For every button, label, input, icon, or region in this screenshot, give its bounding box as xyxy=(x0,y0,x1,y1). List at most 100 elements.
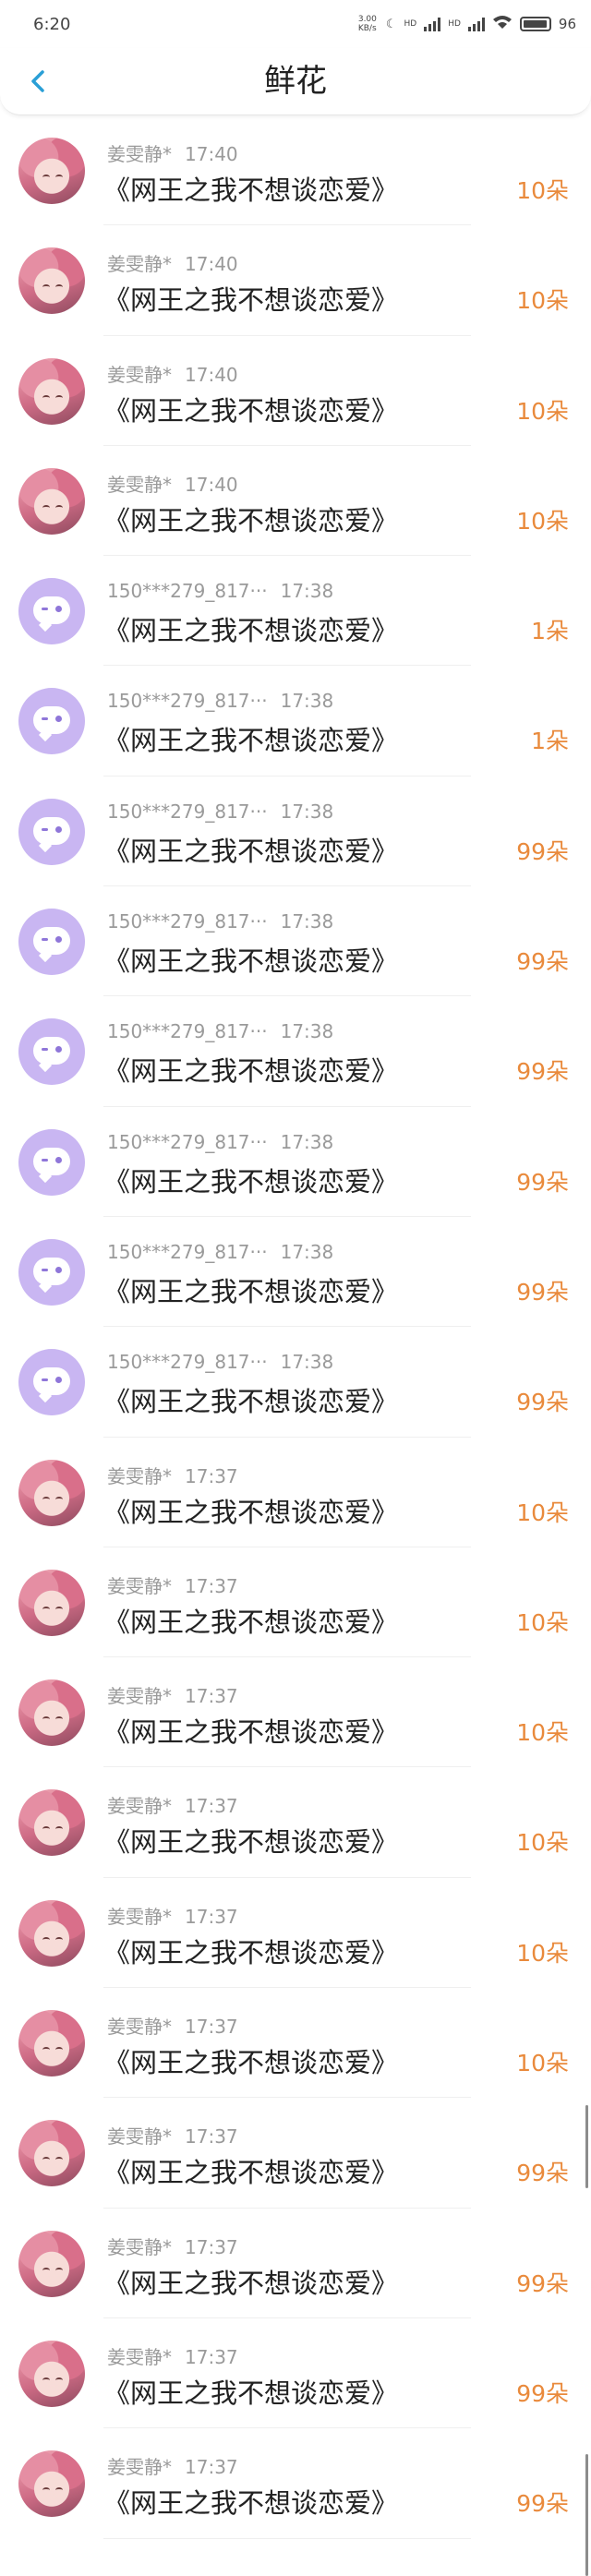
avatar[interactable] xyxy=(18,2450,85,2518)
user-name[interactable]: 150***279_817··· xyxy=(107,800,268,823)
list-item[interactable]: 150***279_817··· 17:38 《网王之我不想谈恋爱》 99朵 xyxy=(0,1327,591,1438)
user-name[interactable]: 姜雯静* xyxy=(107,2236,172,2258)
flower-count: 1朵 xyxy=(531,728,569,755)
avatar[interactable] xyxy=(18,1459,85,1526)
user-name[interactable]: 姜雯静* xyxy=(107,474,172,496)
list-item[interactable]: 姜雯静* 17:40 《网王之我不想谈恋爱》 10朵 xyxy=(0,336,591,447)
book-title[interactable]: 《网王之我不想谈恋爱》 xyxy=(103,940,398,979)
avatar[interactable] xyxy=(18,1569,85,1636)
book-title[interactable]: 《网王之我不想谈恋爱》 xyxy=(103,2372,398,2411)
user-name[interactable]: 150***279_817··· xyxy=(107,580,268,602)
user-name[interactable]: 姜雯静* xyxy=(107,143,172,165)
book-title[interactable]: 《网王之我不想谈恋爱》 xyxy=(103,169,398,208)
item-meta: 姜雯静* 17:37 xyxy=(107,2452,238,2479)
user-name[interactable]: 姜雯静* xyxy=(107,1685,172,1707)
book-title[interactable]: 《网王之我不想谈恋爱》 xyxy=(103,1161,398,1199)
user-name[interactable]: 150***279_817··· xyxy=(107,1131,268,1153)
user-name[interactable]: 150***279_817··· xyxy=(107,910,268,933)
book-title[interactable]: 《网王之我不想谈恋爱》 xyxy=(103,1050,398,1089)
user-name[interactable]: 150***279_817··· xyxy=(107,1241,268,1263)
list-item[interactable]: 150***279_817··· 17:38 《网王之我不想谈恋爱》 99朵 xyxy=(0,1107,591,1218)
list-item[interactable]: 150***279_817··· 17:38 《网王之我不想谈恋爱》 99朵 xyxy=(0,996,591,1107)
avatar[interactable] xyxy=(18,1128,85,1196)
item-meta: 150***279_817··· 17:38 xyxy=(107,800,333,823)
avatar[interactable] xyxy=(18,1349,85,1416)
book-title[interactable]: 《网王之我不想谈恋爱》 xyxy=(103,1711,398,1750)
avatar[interactable] xyxy=(18,247,85,315)
item-meta: 150***279_817··· 17:38 xyxy=(107,1351,333,1373)
list-item[interactable]: 150***279_817··· 17:38 《网王之我不想谈恋爱》 1朵 xyxy=(0,556,591,667)
book-title[interactable]: 《网王之我不想谈恋爱》 xyxy=(103,2151,398,2190)
user-name[interactable]: 150***279_817··· xyxy=(107,1351,268,1373)
timestamp: 17:40 xyxy=(185,363,238,386)
sim1-label: HD xyxy=(404,19,417,29)
avatar[interactable] xyxy=(18,2340,85,2407)
list-item[interactable]: 姜雯静* 17:37 《网王之我不想谈恋爱》 99朵 xyxy=(0,2209,591,2319)
user-name[interactable]: 姜雯静* xyxy=(107,2346,172,2368)
list-item[interactable]: 姜雯静* 17:37 《网王之我不想谈恋爱》 10朵 xyxy=(0,1547,591,1658)
list-item[interactable]: 姜雯静* 17:37 《网王之我不想谈恋爱》 99朵 xyxy=(0,2098,591,2209)
book-title[interactable]: 《网王之我不想谈恋爱》 xyxy=(103,1932,398,1970)
list-item[interactable]: 姜雯静* 17:40 《网王之我不想谈恋爱》 10朵 xyxy=(0,225,591,336)
list-item[interactable]: 150***279_817··· 17:38 《网王之我不想谈恋爱》 99朵 xyxy=(0,886,591,997)
timestamp: 17:38 xyxy=(280,1240,334,1263)
avatar[interactable] xyxy=(18,578,85,645)
avatar[interactable] xyxy=(18,1018,85,1086)
book-title[interactable]: 《网王之我不想谈恋爱》 xyxy=(103,390,398,428)
book-title[interactable]: 《网王之我不想谈恋爱》 xyxy=(103,279,398,318)
user-name[interactable]: 姜雯静* xyxy=(107,364,172,386)
avatar[interactable] xyxy=(18,798,85,865)
battery-level: 96 xyxy=(558,16,576,32)
book-title[interactable]: 《网王之我不想谈恋爱》 xyxy=(103,2041,398,2080)
avatar[interactable] xyxy=(18,2010,85,2077)
user-name[interactable]: 姜雯静* xyxy=(107,1465,172,1487)
avatar[interactable] xyxy=(18,688,85,755)
book-title[interactable]: 《网王之我不想谈恋爱》 xyxy=(103,2482,398,2521)
user-name[interactable]: 150***279_817··· xyxy=(107,1020,268,1042)
list-item[interactable]: 姜雯静* 17:40 《网王之我不想谈恋爱》 10朵 xyxy=(0,446,591,557)
user-name[interactable]: 姜雯静* xyxy=(107,1795,172,1817)
avatar[interactable] xyxy=(18,2230,85,2297)
book-title[interactable]: 《网王之我不想谈恋爱》 xyxy=(103,1270,398,1309)
scrollbar-thumb[interactable] xyxy=(585,2105,588,2188)
chat-bubble-icon xyxy=(33,1367,70,1396)
book-title[interactable]: 《网王之我不想谈恋爱》 xyxy=(103,1821,398,1860)
avatar[interactable] xyxy=(18,1679,85,1747)
user-name[interactable]: 姜雯静* xyxy=(107,1906,172,1928)
list-item[interactable]: 姜雯静* 17:37 《网王之我不想谈恋爱》 10朵 xyxy=(0,1767,591,1879)
user-name[interactable]: 姜雯静* xyxy=(107,1575,172,1597)
book-title[interactable]: 《网王之我不想谈恋爱》 xyxy=(103,500,398,538)
user-name[interactable]: 姜雯静* xyxy=(107,2125,172,2148)
list-item[interactable]: 姜雯静* 17:37 《网王之我不想谈恋爱》 99朵 xyxy=(0,2428,591,2539)
avatar[interactable] xyxy=(18,138,85,204)
flower-count: 10朵 xyxy=(516,1939,569,1967)
scrollbar-thumb-2[interactable] xyxy=(585,2454,588,2576)
book-title[interactable]: 《网王之我不想谈恋爱》 xyxy=(103,609,398,648)
book-title[interactable]: 《网王之我不想谈恋爱》 xyxy=(103,719,398,758)
book-title[interactable]: 《网王之我不想谈恋爱》 xyxy=(103,1491,398,1530)
list-item[interactable]: 姜雯静* 17:37 《网王之我不想谈恋爱》 10朵 xyxy=(0,1988,591,2099)
list-item[interactable]: 姜雯静* 17:37 《网王之我不想谈恋爱》 10朵 xyxy=(0,1878,591,1989)
book-title[interactable]: 《网王之我不想谈恋爱》 xyxy=(103,830,398,869)
avatar[interactable] xyxy=(18,1899,85,1967)
user-name[interactable]: 姜雯静* xyxy=(107,2016,172,2038)
book-title[interactable]: 《网王之我不想谈恋爱》 xyxy=(103,1601,398,1640)
list-item[interactable]: 150***279_817··· 17:38 《网王之我不想谈恋爱》 99朵 xyxy=(0,776,591,887)
avatar[interactable] xyxy=(18,357,85,425)
user-name[interactable]: 姜雯静* xyxy=(107,2456,172,2478)
list-item[interactable]: 姜雯静* 17:37 《网王之我不想谈恋爱》 10朵 xyxy=(0,1438,591,1548)
book-title[interactable]: 《网王之我不想谈恋爱》 xyxy=(103,1380,398,1419)
avatar[interactable] xyxy=(18,1789,85,1857)
avatar[interactable] xyxy=(18,909,85,976)
avatar[interactable] xyxy=(18,2120,85,2187)
avatar[interactable] xyxy=(18,1238,85,1306)
book-title[interactable]: 《网王之我不想谈恋爱》 xyxy=(103,2262,398,2301)
list-item[interactable]: 姜雯静* 17:40 《网王之我不想谈恋爱》 10朵 xyxy=(0,115,591,226)
avatar[interactable] xyxy=(18,467,85,535)
list-item[interactable]: 150***279_817··· 17:38 《网王之我不想谈恋爱》 1朵 xyxy=(0,666,591,777)
user-name[interactable]: 姜雯静* xyxy=(107,253,172,275)
list-item[interactable]: 姜雯静* 17:37 《网王之我不想谈恋爱》 10朵 xyxy=(0,1657,591,1768)
user-name[interactable]: 150***279_817··· xyxy=(107,690,268,712)
list-item[interactable]: 姜雯静* 17:37 《网王之我不想谈恋爱》 99朵 xyxy=(0,2318,591,2429)
list-item[interactable]: 150***279_817··· 17:38 《网王之我不想谈恋爱》 99朵 xyxy=(0,1217,591,1328)
